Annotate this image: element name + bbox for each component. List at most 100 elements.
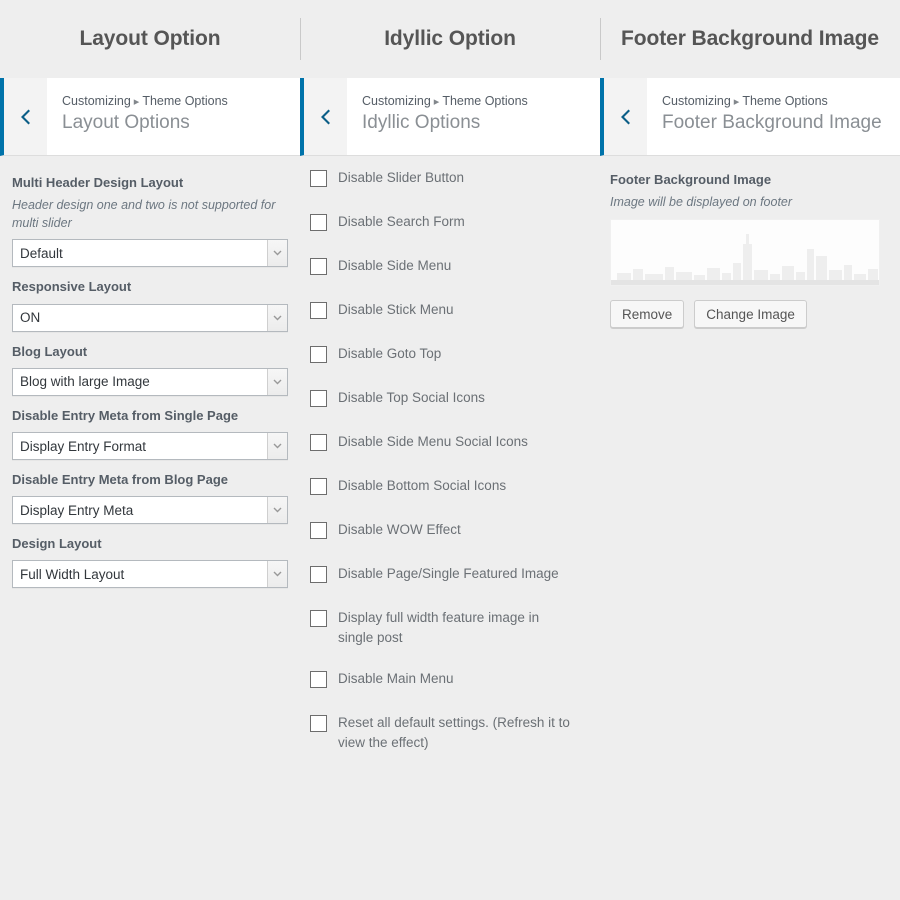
field-label: Disable Entry Meta from Single Page	[12, 407, 239, 423]
panel-footer-background-image: Customizing ▸ Theme Options Footer Backgro…	[600, 78, 900, 156]
breadcrumb-root[interactable]: Customizing	[362, 94, 431, 108]
checkbox[interactable]	[310, 390, 327, 407]
back-button[interactable]	[600, 78, 647, 156]
checkbox-row-disable-stick-menu[interactable]: Disable Stick Menu	[310, 300, 590, 323]
panel-title: Layout Options	[62, 112, 190, 134]
footer-background-image-column: Footer Background Image Image will be di…	[600, 156, 900, 900]
column-header-footer-background-image: Footer Background Image	[600, 0, 900, 78]
checkbox[interactable]	[310, 434, 327, 451]
checkbox[interactable]	[310, 566, 327, 583]
checkbox-label: Disable Page/Single Featured Image	[338, 566, 559, 581]
checkbox-label: Disable Bottom Social Icons	[338, 478, 507, 493]
chevron-down-icon	[267, 497, 287, 524]
checkbox[interactable]	[310, 714, 327, 732]
checkbox-row-disable-goto-top[interactable]: Disable Goto Top	[310, 344, 590, 367]
checkbox-label: Disable WOW Effect	[338, 522, 461, 537]
select-disable-entry-meta-single-page[interactable]: Display Entry Format	[12, 432, 288, 460]
checkbox-row-disable-search-form[interactable]: Disable Search Form	[310, 212, 590, 235]
checkbox[interactable]	[310, 346, 327, 363]
select-multi-header-design-layout[interactable]: Default	[12, 239, 288, 268]
column-header-title: Idyllic Option	[384, 27, 516, 50]
chevron-down-icon	[267, 240, 287, 267]
select-blog-layout[interactable]: Blog with large Image	[12, 367, 288, 396]
checkbox-row-disable-page-single-featured-image[interactable]: Disable Page/Single Featured Image	[310, 564, 590, 587]
select-disable-entry-meta-blog-page[interactable]: Display Entry Meta	[12, 496, 288, 525]
checkbox-label: Disable Goto Top	[338, 346, 442, 361]
checkbox[interactable]	[310, 302, 327, 319]
checkbox[interactable]	[310, 170, 327, 187]
panel-headers-row: Customizing ▸ Theme Options Layout Options…	[0, 78, 900, 156]
chevron-down-icon	[267, 561, 287, 588]
chevron-left-icon	[19, 108, 32, 126]
checkbox-label: Disable Top Social Icons	[338, 390, 485, 405]
checkbox[interactable]	[310, 478, 327, 495]
checkbox-label: Display full width feature image in sing…	[338, 610, 540, 645]
breadcrumb-parent[interactable]: Theme Options	[442, 94, 527, 108]
column-header-idyllic-option: Idyllic Option	[300, 0, 600, 78]
chevron-left-icon	[319, 108, 332, 126]
checkbox-row-disable-main-menu[interactable]: Disable Main Menu	[310, 669, 590, 692]
breadcrumb-separator-icon: ▸	[133, 96, 140, 108]
checkbox-label: Disable Stick Menu	[338, 302, 454, 317]
breadcrumb-root[interactable]: Customizing	[62, 94, 131, 108]
checkbox[interactable]	[310, 670, 327, 688]
footer-image-buttons: Remove Change Image	[610, 300, 888, 328]
field-disable-entry-meta-blog-page: Disable Entry Meta from Blog Page Displa…	[12, 471, 288, 525]
checkbox-row-disable-top-social-icons[interactable]: Disable Top Social Icons	[310, 388, 590, 411]
field-design-layout: Design Layout Full Width Layout	[12, 535, 288, 589]
city-skyline-icon	[611, 220, 879, 285]
field-label: Disable Entry Meta from Blog Page	[12, 472, 228, 487]
breadcrumb-separator-icon: ▸	[433, 96, 440, 108]
checkbox[interactable]	[310, 610, 327, 627]
idyllic-options-column: Disable Slider Button Disable Search For…	[300, 156, 600, 900]
column-header-title: Footer Background Image	[621, 27, 879, 50]
chevron-down-icon	[267, 304, 287, 331]
checkbox[interactable]	[310, 214, 327, 231]
change-image-button[interactable]: Change Image	[694, 300, 807, 328]
footer-image-thumbnail[interactable]	[610, 219, 880, 286]
checkbox-row-reset-all-default-settings[interactable]: Reset all default settings. (Refresh it …	[310, 713, 590, 753]
field-label: Multi Header Design Layout	[12, 175, 184, 190]
panel-idyllic-options: Customizing ▸ Theme Options Idyllic Option…	[300, 78, 600, 156]
field-label: Design Layout	[12, 536, 102, 552]
column-headers-row: Layout Option Idyllic Option Footer Back…	[0, 0, 900, 78]
panel-title-wrap: Customizing ▸ Theme Options Footer Backgro…	[647, 78, 900, 156]
breadcrumb-root[interactable]: Customizing	[662, 94, 731, 108]
chevron-down-icon	[267, 433, 287, 459]
column-header-layout-option: Layout Option	[0, 0, 300, 78]
field-label: Responsive Layout	[12, 279, 132, 295]
checkbox[interactable]	[310, 522, 327, 539]
breadcrumb: Customizing ▸ Theme Options	[62, 94, 300, 109]
checkbox-row-disable-side-menu-social-icons[interactable]: Disable Side Menu Social Icons	[310, 432, 590, 455]
panel-title-wrap: Customizing ▸ Theme Options Idyllic Option…	[347, 78, 600, 156]
field-multi-header-design-layout: Multi Header Design Layout Header design…	[12, 174, 288, 268]
breadcrumb: Customizing ▸ Theme Options	[662, 94, 900, 109]
panel-title: Footer Background Image	[662, 112, 882, 134]
checkbox-label: Disable Search Form	[338, 214, 465, 229]
breadcrumb-parent[interactable]: Theme Options	[742, 94, 827, 108]
panel-title-wrap: Customizing ▸ Theme Options Layout Options	[47, 78, 300, 156]
select-value: Display Entry Meta	[20, 502, 134, 518]
checkbox-label: Disable Slider Button	[338, 170, 465, 185]
checkbox-row-display-full-width-feature-image[interactable]: Display full width feature image in sing…	[310, 608, 590, 648]
checkbox-label: Disable Main Menu	[338, 670, 454, 686]
back-button[interactable]	[300, 78, 347, 156]
checkbox-row-disable-wow-effect[interactable]: Disable WOW Effect	[310, 520, 590, 543]
column-header-title: Layout Option	[79, 27, 221, 50]
checkbox-row-disable-slider-button[interactable]: Disable Slider Button	[310, 168, 590, 191]
breadcrumb-parent[interactable]: Theme Options	[142, 94, 227, 108]
checkbox[interactable]	[310, 258, 327, 275]
back-button[interactable]	[0, 78, 47, 156]
chevron-left-icon	[619, 108, 632, 126]
chevron-down-icon	[267, 368, 287, 395]
layout-options-column: Multi Header Design Layout Header design…	[0, 156, 300, 900]
remove-image-button[interactable]: Remove	[610, 300, 685, 328]
checkbox-row-disable-side-menu[interactable]: Disable Side Menu	[310, 256, 590, 279]
breadcrumb: Customizing ▸ Theme Options	[362, 94, 600, 109]
select-responsive-layout[interactable]: ON	[12, 303, 288, 332]
select-design-layout[interactable]: Full Width Layout	[12, 560, 288, 589]
field-label: Blog Layout	[12, 343, 88, 359]
checkbox-row-disable-bottom-social-icons[interactable]: Disable Bottom Social Icons	[310, 476, 590, 499]
footer-image-label: Footer Background Image	[610, 172, 772, 187]
panel-title: Idyllic Options	[362, 112, 481, 134]
